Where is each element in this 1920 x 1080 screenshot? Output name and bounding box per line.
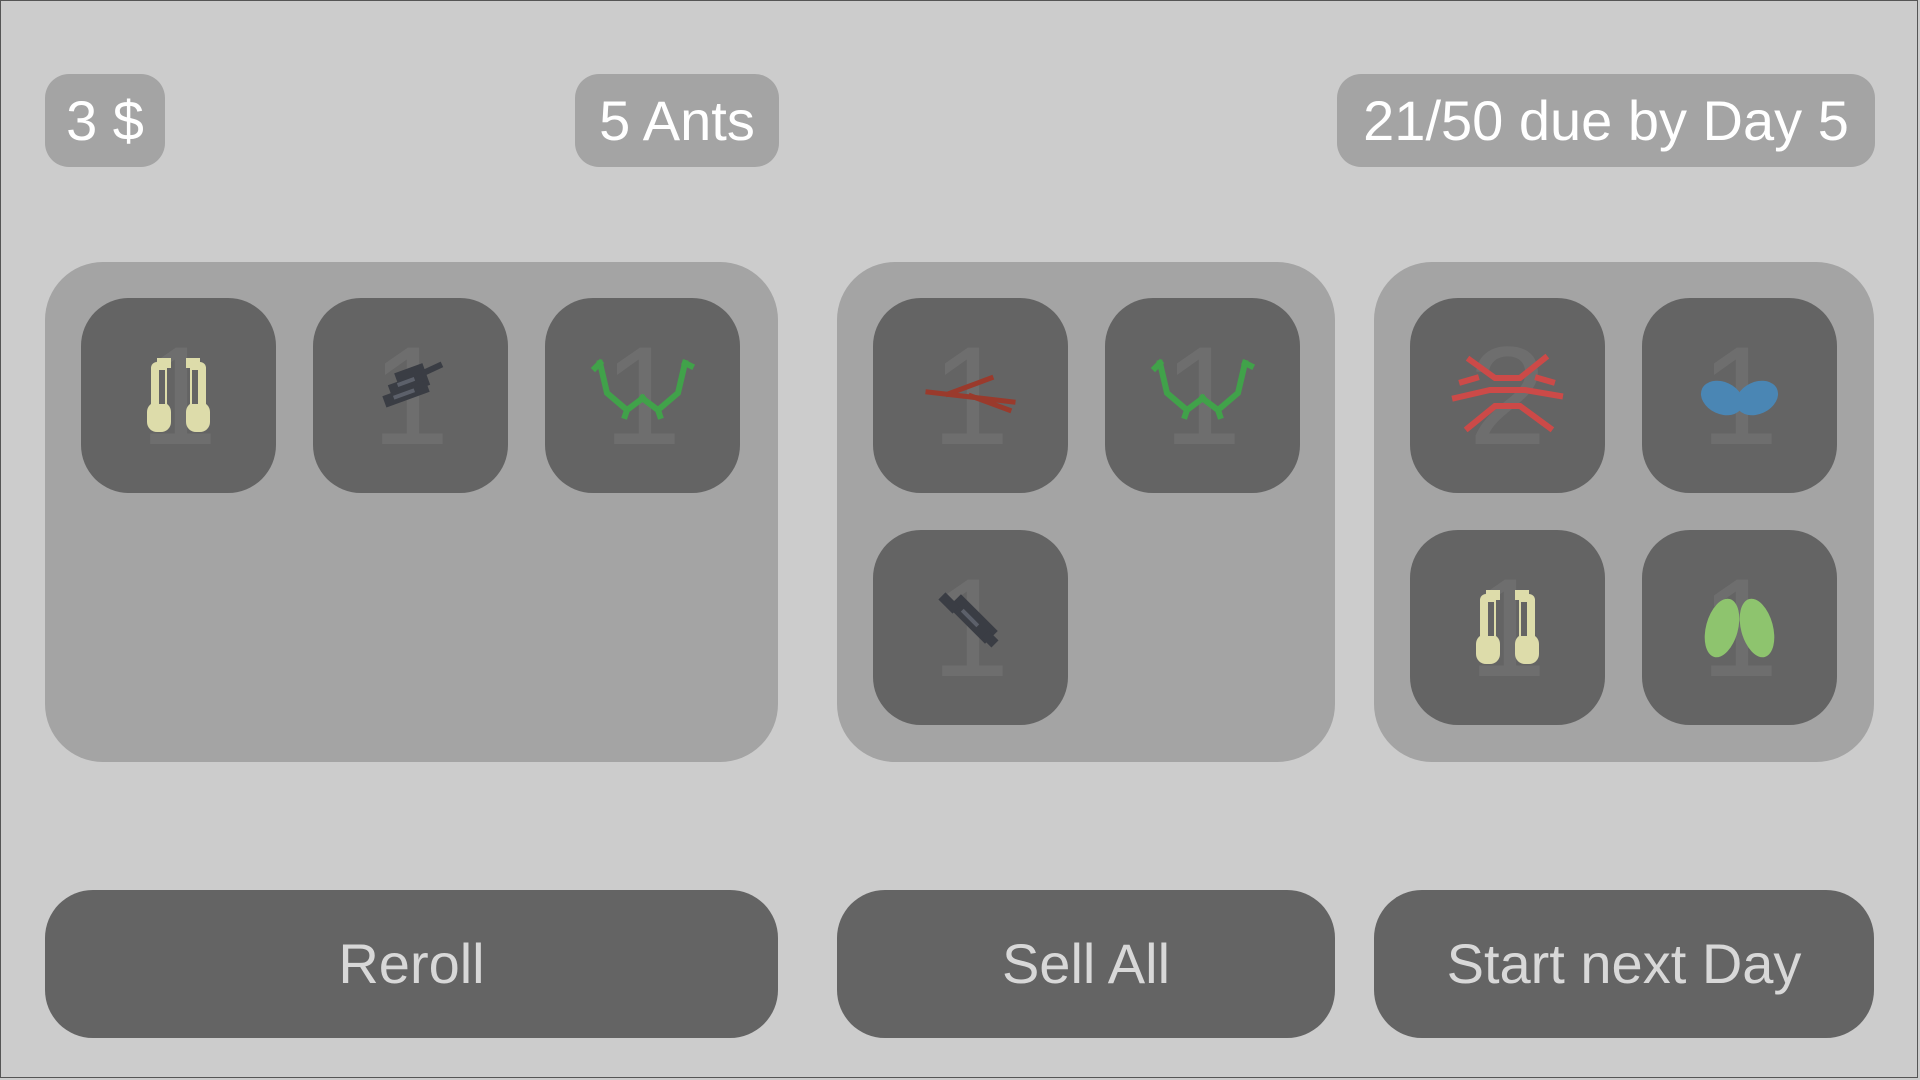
sell-all-button[interactable]: Sell All [837, 890, 1335, 1038]
dark-bug-icon [938, 592, 999, 648]
equipped-slot[interactable]: 1 [1642, 530, 1837, 725]
blue-wings-icon [1700, 380, 1779, 416]
equipped-slot[interactable]: 2 [1410, 298, 1605, 493]
green-wings-icon [1704, 598, 1775, 658]
equipped-slot[interactable]: 1 [1642, 298, 1837, 493]
quota-status: 21/50 due by Day 5 [1337, 74, 1875, 167]
green-antennae-icon [590, 358, 696, 420]
dark-beetle-icon [382, 361, 444, 408]
shop-slot[interactable]: 1 [81, 298, 276, 493]
pale-mandibles-icon [147, 358, 210, 432]
red-stick-icon [925, 374, 1016, 414]
inventory-slot[interactable]: 1 [873, 298, 1068, 493]
red-legs-icon [1451, 353, 1564, 433]
start-next-day-button[interactable]: Start next Day [1374, 890, 1874, 1038]
inventory-slot[interactable]: 1 [1105, 298, 1300, 493]
equipped-slot[interactable]: 1 [1410, 530, 1605, 725]
green-antennae-icon [1150, 358, 1256, 420]
equipped-panel: 2 1 1 [1374, 262, 1874, 762]
inventory-slot[interactable]: 1 [873, 530, 1068, 725]
inventory-panel: 1 1 1 [837, 262, 1335, 762]
ant-count: 5 Ants [575, 74, 779, 167]
shop-panel: 1 1 [45, 262, 778, 762]
pale-mandibles-icon [1476, 590, 1539, 664]
reroll-button[interactable]: Reroll [45, 890, 778, 1038]
shop-slot[interactable]: 1 [313, 298, 508, 493]
shop-slot[interactable]: 1 [545, 298, 740, 493]
money-counter: 3 $ [45, 74, 165, 167]
